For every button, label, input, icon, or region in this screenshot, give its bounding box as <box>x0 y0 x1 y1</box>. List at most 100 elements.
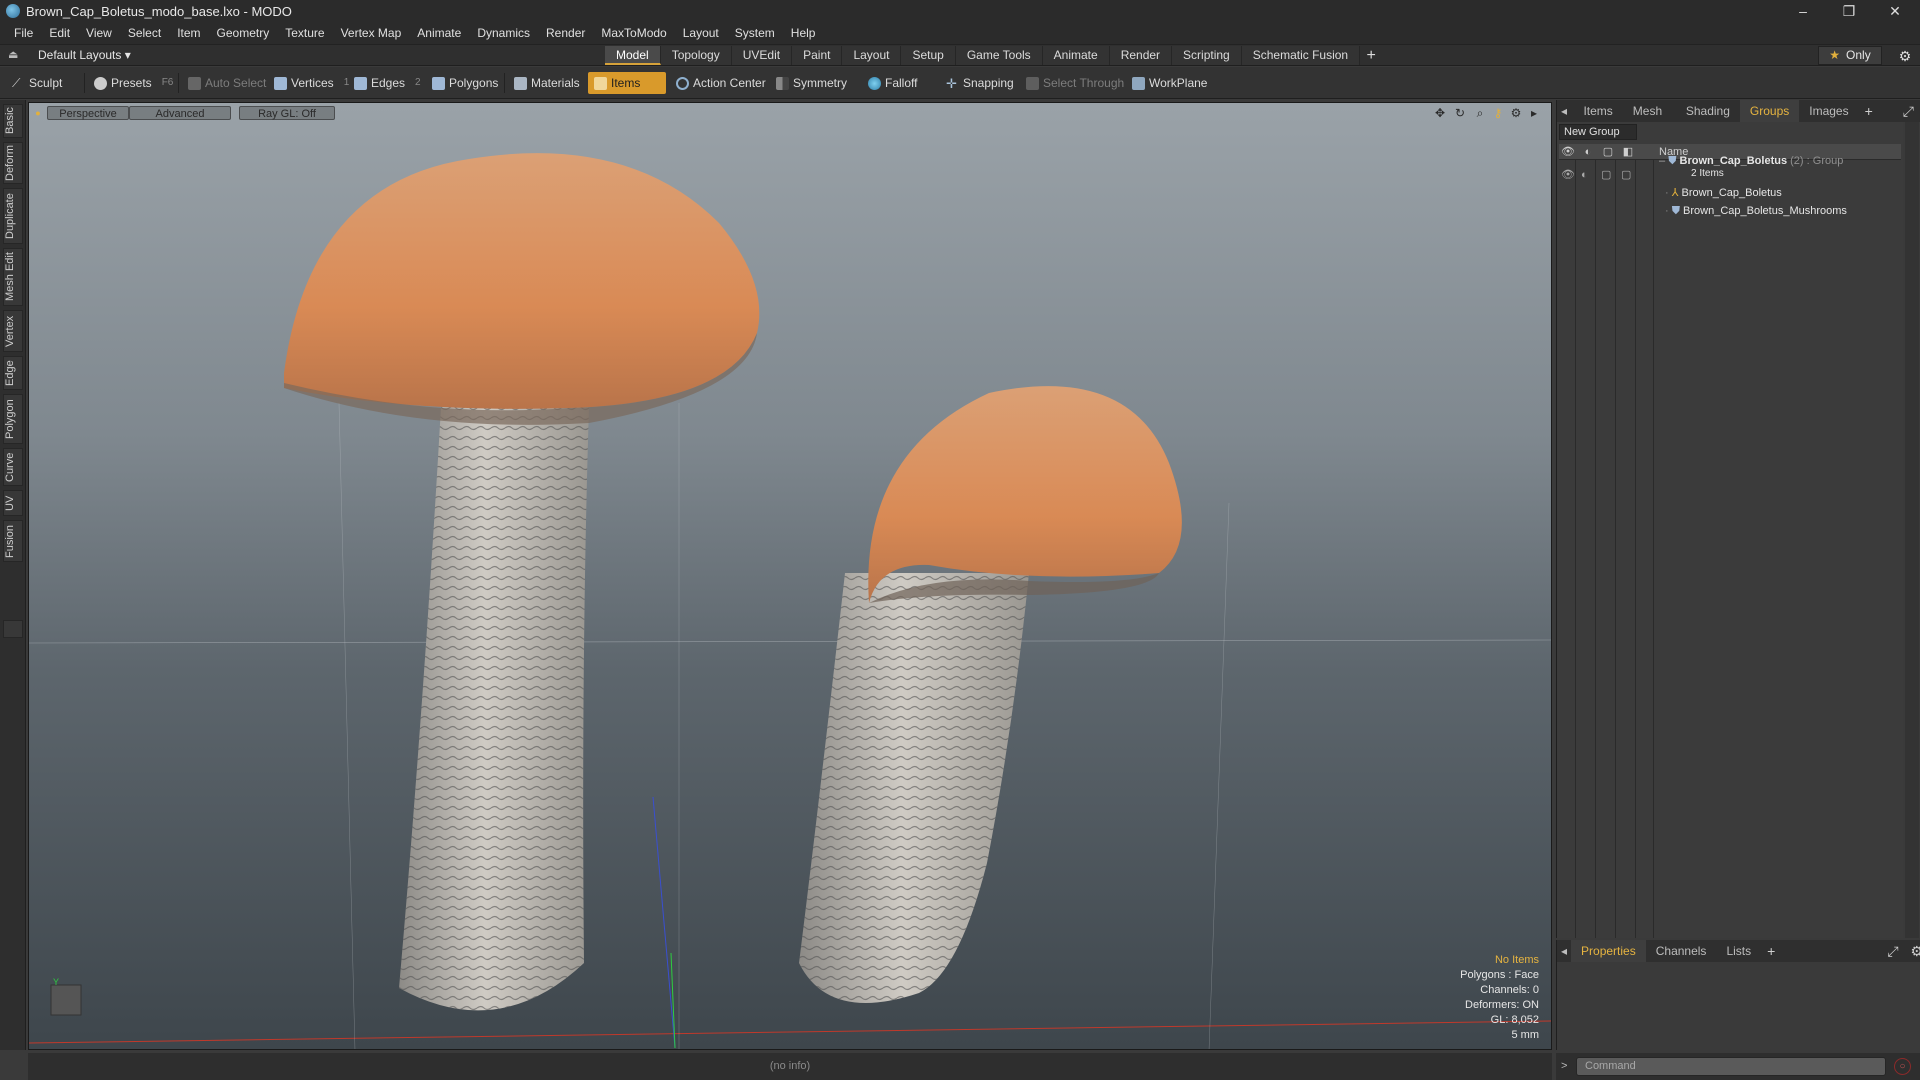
menu-geometry[interactable]: Geometry <box>209 22 278 44</box>
add-tab-button[interactable]: + <box>1360 46 1382 65</box>
group-render-toggle[interactable]: ◐ <box>1581 166 1588 184</box>
visibility-column-icon[interactable]: 👁 <box>1561 145 1575 159</box>
sculpt-button[interactable]: ⟋ Sculpt <box>6 72 68 94</box>
group-child-row[interactable]: · ⅄ Brown_Cap_Boletus <box>1665 184 1782 202</box>
edges-button[interactable]: Edges 2 <box>348 72 427 94</box>
vtab-basic[interactable]: Basic <box>3 104 23 138</box>
add-bottom-tab-button[interactable]: + <box>1761 943 1781 959</box>
tab-setup[interactable]: Setup <box>901 46 956 65</box>
close-button[interactable]: ✕ <box>1872 0 1918 22</box>
layout-selector[interactable]: Default Layouts ▾ <box>26 45 143 66</box>
tab-shading[interactable]: Shading <box>1676 100 1740 122</box>
viewport-info: No Items Polygons : Face Channels: 0 Def… <box>1460 953 1539 1043</box>
menu-select[interactable]: Select <box>120 22 169 44</box>
layout-home-icon[interactable]: ⏏ <box>8 50 20 61</box>
command-input[interactable]: Command <box>1576 1057 1886 1076</box>
tab-images[interactable]: Images <box>1799 100 1858 122</box>
menu-item[interactable]: Item <box>169 22 208 44</box>
3d-viewport[interactable]: ● Perspective Advanced Ray GL: Off ✥ ↻ ⌕… <box>28 102 1552 1050</box>
tab-topology[interactable]: Topology <box>660 46 732 65</box>
lock-column-icon[interactable]: ▢ <box>1601 145 1615 159</box>
tab-groups[interactable]: Groups <box>1739 100 1800 122</box>
panel-menu-icon[interactable]: ◂ <box>1557 100 1573 122</box>
large-mushroom-cap <box>284 153 760 409</box>
layout-bar: ⏏ Default Layouts ▾ Model Topology UVEdi… <box>0 44 1920 66</box>
snapping-button[interactable]: ✛ Snapping <box>940 72 1020 94</box>
tab-scripting[interactable]: Scripting <box>1172 46 1242 65</box>
items-button[interactable]: Items <box>588 72 666 94</box>
vtab-deform[interactable]: Deform <box>3 142 23 184</box>
menu-maxtomodo[interactable]: MaxToModo <box>593 22 674 44</box>
vtab-polygon[interactable]: Polygon <box>3 394 23 444</box>
presets-button[interactable]: Presets F6 <box>88 72 179 94</box>
only-label: Only <box>1846 48 1871 62</box>
gear-icon[interactable]: ⚙ <box>1896 47 1914 65</box>
groups-scrollbar[interactable] <box>1905 122 1919 938</box>
minimize-button[interactable]: – <box>1780 0 1826 22</box>
vtab-edge[interactable]: Edge <box>3 356 23 390</box>
command-clear-icon[interactable]: ○ <box>1894 1058 1911 1075</box>
action-center-button[interactable]: Action Center <box>670 72 772 94</box>
tab-channels[interactable]: Channels <box>1646 940 1717 962</box>
group-select-toggle[interactable]: ▢ <box>1621 166 1631 184</box>
menu-system[interactable]: System <box>727 22 783 44</box>
vtab-duplicate[interactable]: Duplicate <box>3 188 23 244</box>
collapse-icon[interactable]: – <box>1659 155 1668 167</box>
layout-tabs: Model Topology UVEdit Paint Layout Setup… <box>605 46 1382 65</box>
vtab-curve[interactable]: Curve <box>3 448 23 486</box>
auto-select-button[interactable]: Auto Select <box>182 72 272 94</box>
vtab-mesh-edit[interactable]: Mesh Edit <box>3 248 23 306</box>
maximize-button[interactable]: ❐ <box>1826 0 1872 22</box>
tab-layout[interactable]: Layout <box>842 46 902 65</box>
materials-button[interactable]: Materials <box>508 72 586 94</box>
add-panel-tab-button[interactable]: + <box>1859 103 1879 119</box>
only-button[interactable]: ★ Only <box>1818 46 1882 65</box>
polygons-button[interactable]: Polygons <box>426 72 504 94</box>
new-group-button[interactable]: New Group <box>1559 124 1637 140</box>
vtab-expand[interactable] <box>3 620 23 638</box>
tab-paint[interactable]: Paint <box>792 46 843 65</box>
menu-animate[interactable]: Animate <box>409 22 469 44</box>
group-visibility-toggle[interactable]: 👁 <box>1561 166 1575 184</box>
tab-model[interactable]: Model <box>605 46 661 65</box>
tab-schematic-fusion[interactable]: Schematic Fusion <box>1241 46 1361 65</box>
bottom-panel-menu-icon[interactable]: ◂ <box>1557 940 1571 962</box>
select-through-button[interactable]: Select Through <box>1020 72 1130 94</box>
tab-animate[interactable]: Animate <box>1042 46 1110 65</box>
group-row[interactable]: – ⛊ Brown_Cap_Boletus (2) : Group <box>1659 152 1843 170</box>
menu-view[interactable]: View <box>78 22 120 44</box>
bottom-expand-icon[interactable]: ⤢ <box>1881 943 1904 960</box>
tab-lists[interactable]: Lists <box>1716 940 1761 962</box>
menu-help[interactable]: Help <box>783 22 824 44</box>
expand-icon[interactable]: ⤢ <box>1897 103 1920 120</box>
vtab-vertex[interactable]: Vertex <box>3 310 23 352</box>
tab-items[interactable]: Items <box>1573 100 1622 122</box>
tab-render[interactable]: Render <box>1109 46 1173 65</box>
menu-vertex-map[interactable]: Vertex Map <box>333 22 410 44</box>
vtab-fusion[interactable]: Fusion <box>3 520 23 562</box>
menu-texture[interactable]: Texture <box>277 22 332 44</box>
select-column-icon[interactable]: ◧ <box>1621 145 1635 159</box>
tab-game-tools[interactable]: Game Tools <box>955 46 1043 65</box>
vertices-button[interactable]: Vertices 1 <box>268 72 355 94</box>
menu-edit[interactable]: Edit <box>41 22 78 44</box>
tab-properties[interactable]: Properties <box>1571 940 1646 962</box>
vtab-uv[interactable]: UV <box>3 490 23 516</box>
tab-mesh-ops[interactable]: Mesh Ops <box>1623 100 1676 140</box>
menu-dynamics[interactable]: Dynamics <box>469 22 538 44</box>
menu-file[interactable]: File <box>6 22 41 44</box>
symmetry-button[interactable]: Symmetry <box>770 72 853 94</box>
tab-uvedit[interactable]: UVEdit <box>731 46 793 65</box>
group-child-row[interactable]: · ⛊ Brown_Cap_Boletus_Mushrooms <box>1665 202 1847 220</box>
falloff-icon <box>868 76 881 90</box>
bottom-gear-icon[interactable]: ⚙ <box>1905 943 1920 960</box>
column-divider <box>1615 160 1616 938</box>
falloff-button[interactable]: Falloff <box>862 72 923 94</box>
group-items-count: 2 Items <box>1691 168 1724 179</box>
render-column-icon[interactable]: ◐ <box>1581 145 1595 159</box>
child-name: Brown_Cap_Boletus_Mushrooms <box>1683 205 1847 217</box>
workplane-button[interactable]: WorkPlane <box>1126 72 1213 94</box>
menu-render[interactable]: Render <box>538 22 593 44</box>
menu-layout[interactable]: Layout <box>675 22 727 44</box>
group-lock-toggle[interactable]: ▢ <box>1601 166 1611 184</box>
